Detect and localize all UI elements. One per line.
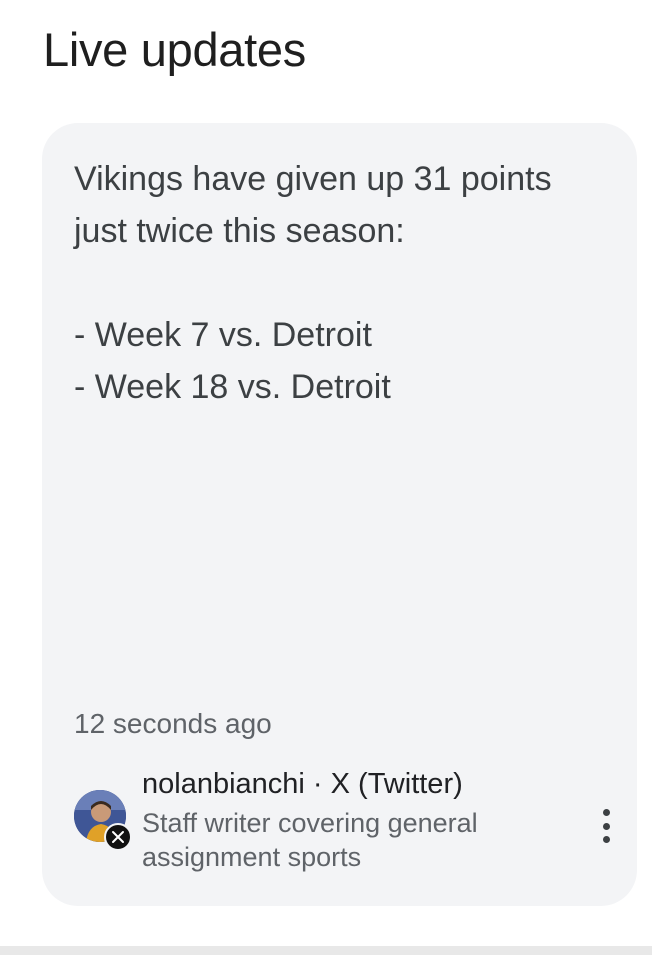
more-vertical-icon[interactable] — [594, 806, 618, 846]
author-bio: Staff writer covering general assignment… — [142, 808, 478, 872]
author-separator: · — [304, 768, 331, 800]
post-line: just twice this season: — [74, 212, 405, 250]
live-update-card[interactable]: Vikings have given up 31 points just twi… — [42, 123, 637, 906]
bottom-divider — [0, 946, 652, 955]
section-title: Live updates — [43, 23, 306, 76]
post-line: - Week 7 vs. Detroit — [74, 316, 372, 354]
author-source: X (Twitter) — [330, 768, 463, 800]
x-logo-icon — [104, 823, 132, 851]
live-updates-page: Live updates Vikings have given up 31 po… — [0, 0, 652, 955]
post-text: Vikings have given up 31 points just twi… — [74, 153, 614, 413]
post-line: - Week 18 vs. Detroit — [74, 368, 391, 406]
author-line[interactable]: nolanbianchi · X (Twitter) — [142, 766, 463, 802]
author-handle[interactable]: nolanbianchi — [142, 768, 305, 800]
post-line: Vikings have given up 31 points — [74, 160, 552, 198]
author-row[interactable]: nolanbianchi · X (Twitter) Staff writer … — [74, 766, 614, 876]
post-timestamp: 12 seconds ago — [74, 708, 272, 739]
